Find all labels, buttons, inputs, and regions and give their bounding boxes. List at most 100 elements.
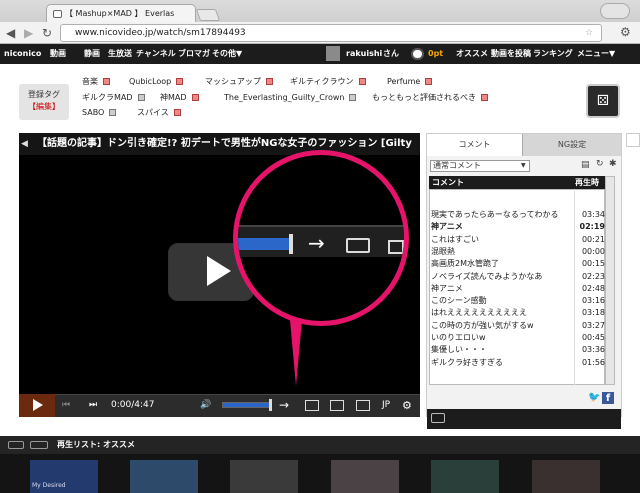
- tab-ng-settings[interactable]: NG設定: [523, 134, 621, 156]
- nav-menu[interactable]: メニュー▼: [577, 44, 615, 64]
- magnified-volume-bar: [238, 238, 293, 250]
- comment-text: このシーン感動: [431, 296, 487, 306]
- tab-title: 【 Mashup×MAD 】 Everlas: [65, 9, 175, 18]
- tag-dic-icon: [265, 78, 273, 85]
- side-toggle[interactable]: [626, 133, 640, 147]
- playlist-thumbnail[interactable]: My Desired: [30, 460, 98, 493]
- fullscreen-rpg-icon[interactable]: [431, 413, 445, 423]
- chevron-down-icon: ▼: [521, 162, 526, 169]
- comment-row[interactable]: はれええええええええええ 03:18: [431, 307, 605, 319]
- comment-row[interactable]: 神アニメ 02:19: [431, 221, 605, 233]
- fullscreen-icon[interactable]: [356, 400, 370, 411]
- comment-row[interactable]: 高画质2M水管跪了 00:15: [431, 258, 605, 270]
- comment-time: 03:36: [581, 345, 605, 355]
- tag-item[interactable]: SABO: [82, 107, 117, 119]
- comment-row[interactable]: ノベライズ読んでみようかなあ 02:23: [431, 271, 605, 283]
- profile-icon[interactable]: [600, 3, 630, 19]
- screen-mode-icon[interactable]: [330, 400, 344, 411]
- playlist-toggle-icon[interactable]: [8, 441, 24, 449]
- comment-time: 03:16: [581, 296, 605, 306]
- tag-item[interactable]: 音楽: [82, 76, 110, 88]
- back-icon[interactable]: ◀: [6, 26, 15, 40]
- twitter-icon[interactable]: 🐦: [588, 393, 600, 403]
- browser-toolbar: ◀ ▶ ↻ www.nicovideo.jp/watch/sm17894493 …: [0, 22, 640, 44]
- magnifier-callout: →: [233, 150, 409, 326]
- browser-tab[interactable]: 【 Mashup×MAD 】 Everlas ✕: [46, 4, 196, 23]
- tag-item[interactable]: QubicLoop: [129, 76, 184, 88]
- playlist-thumbnail[interactable]: [230, 460, 298, 493]
- nav-live[interactable]: 生放送: [108, 44, 132, 64]
- avatar[interactable]: [326, 46, 340, 61]
- comment-row[interactable]: 集優しい・・・ 03:36: [431, 344, 605, 356]
- nav-seiga[interactable]: 静画: [84, 44, 100, 64]
- nav-upload[interactable]: 動画を投稿: [491, 44, 531, 64]
- tag-edit-link[interactable]: 【編集】: [19, 101, 69, 113]
- tag-item[interactable]: もっともっと評価されるべき: [372, 92, 488, 104]
- news-prev-icon[interactable]: ◀: [21, 139, 28, 149]
- tab-comment[interactable]: コメント: [427, 134, 523, 156]
- user-name[interactable]: rakuishi: [346, 44, 382, 64]
- skip-back-icon[interactable]: ⏮: [62, 394, 70, 417]
- comment-row[interactable]: いのりエロいw 00:45: [431, 332, 605, 344]
- comment-toggle-arrow-icon[interactable]: →: [279, 394, 289, 417]
- language-button[interactable]: JP: [382, 394, 390, 417]
- wrench-icon[interactable]: ⚙: [620, 25, 631, 39]
- comment-row[interactable]: 現実であったらあーなるってわかる 03:34: [431, 209, 605, 221]
- star-icon[interactable]: ☆: [585, 25, 593, 41]
- comment-text: 現実であったらあーなるってわかる: [431, 210, 559, 219]
- tag-item[interactable]: マッシュアップ: [205, 76, 273, 88]
- nav-blomaga[interactable]: ブロマガ: [178, 44, 210, 64]
- comment-col-label[interactable]: コメント: [432, 176, 464, 189]
- nav-recommend[interactable]: オススメ: [456, 44, 488, 64]
- refresh-icon[interactable]: ↻: [596, 159, 604, 169]
- comment-row[interactable]: 神アニメ 02:48: [431, 283, 605, 295]
- reload-icon[interactable]: ↻: [42, 26, 52, 40]
- comment-text: 混眼熱: [431, 246, 455, 256]
- facebook-icon[interactable]: f: [602, 392, 614, 404]
- playlist-thumbnail[interactable]: [431, 460, 499, 493]
- comment-row[interactable]: この時の方が強い気がするw 03:27: [431, 320, 605, 332]
- address-bar[interactable]: www.nicovideo.jp/watch/sm17894493 ☆: [60, 24, 602, 42]
- nav-niconico[interactable]: niconico: [4, 44, 41, 64]
- tag-item[interactable]: 神MAD: [160, 92, 199, 104]
- tag-item[interactable]: ギルティクラウン: [290, 76, 366, 88]
- comment-row[interactable]: ギルクラ好きすぎる 01:56: [431, 357, 605, 369]
- nav-ranking[interactable]: ランキング: [533, 44, 573, 64]
- tag-item[interactable]: The_Everlasting_Guilty_Crown: [224, 92, 357, 104]
- playlist-thumbnail[interactable]: [532, 460, 600, 493]
- tag-dic-icon: [137, 94, 145, 101]
- tag-item[interactable]: ギルクラMAD: [82, 92, 145, 104]
- time-col-label[interactable]: 再生時: [575, 176, 599, 189]
- comment-scrollbar[interactable]: [605, 176, 615, 385]
- comment-row[interactable]: 混眼熱 00:00: [431, 246, 605, 258]
- magnified-screen-icon: [388, 240, 404, 254]
- tag-item[interactable]: スパイス: [137, 107, 181, 119]
- tag-dic-icon: [176, 78, 184, 85]
- panel-footer: [427, 409, 621, 429]
- volume-knob[interactable]: [269, 399, 272, 411]
- comment-row[interactable]: このシーン感動 03:16: [431, 295, 605, 307]
- nav-channel[interactable]: チャンネル: [136, 44, 176, 64]
- skip-forward-icon[interactable]: ⏭: [89, 394, 97, 417]
- comment-row[interactable]: これはすごい 00:21: [431, 234, 605, 246]
- news-ticker[interactable]: 【話題の記事】ドン引き確定!? 初デートで男性がNGな女子のファッション [Gi…: [19, 133, 420, 155]
- nav-video[interactable]: 動画: [50, 44, 66, 64]
- volume-slider[interactable]: [222, 402, 270, 408]
- settings-gear-icon[interactable]: ⚙: [402, 394, 412, 417]
- volume-icon[interactable]: 🔊: [200, 394, 211, 417]
- scroll-lock-icon[interactable]: ✱: [609, 159, 617, 169]
- tag-item[interactable]: Perfume: [387, 76, 433, 88]
- comment-bubble-icon[interactable]: [305, 400, 319, 411]
- points-label: 0pt: [428, 49, 444, 58]
- comment-time: 03:27: [581, 320, 605, 330]
- playlist-thumbnail[interactable]: [130, 460, 198, 493]
- forward-icon[interactable]: ▶: [24, 26, 33, 40]
- nav-other[interactable]: その他▼: [212, 44, 242, 64]
- time-display: 0:00/4:47: [111, 400, 155, 410]
- comment-view-icon[interactable]: ▤: [581, 160, 590, 170]
- random-video-icon[interactable]: ⚄: [586, 84, 620, 118]
- new-tab-button[interactable]: [195, 9, 221, 21]
- comment-type-select[interactable]: 通常コメント: [430, 160, 530, 172]
- playlist-thumbnail[interactable]: [331, 460, 399, 493]
- playlist-mode-icon[interactable]: [30, 441, 48, 449]
